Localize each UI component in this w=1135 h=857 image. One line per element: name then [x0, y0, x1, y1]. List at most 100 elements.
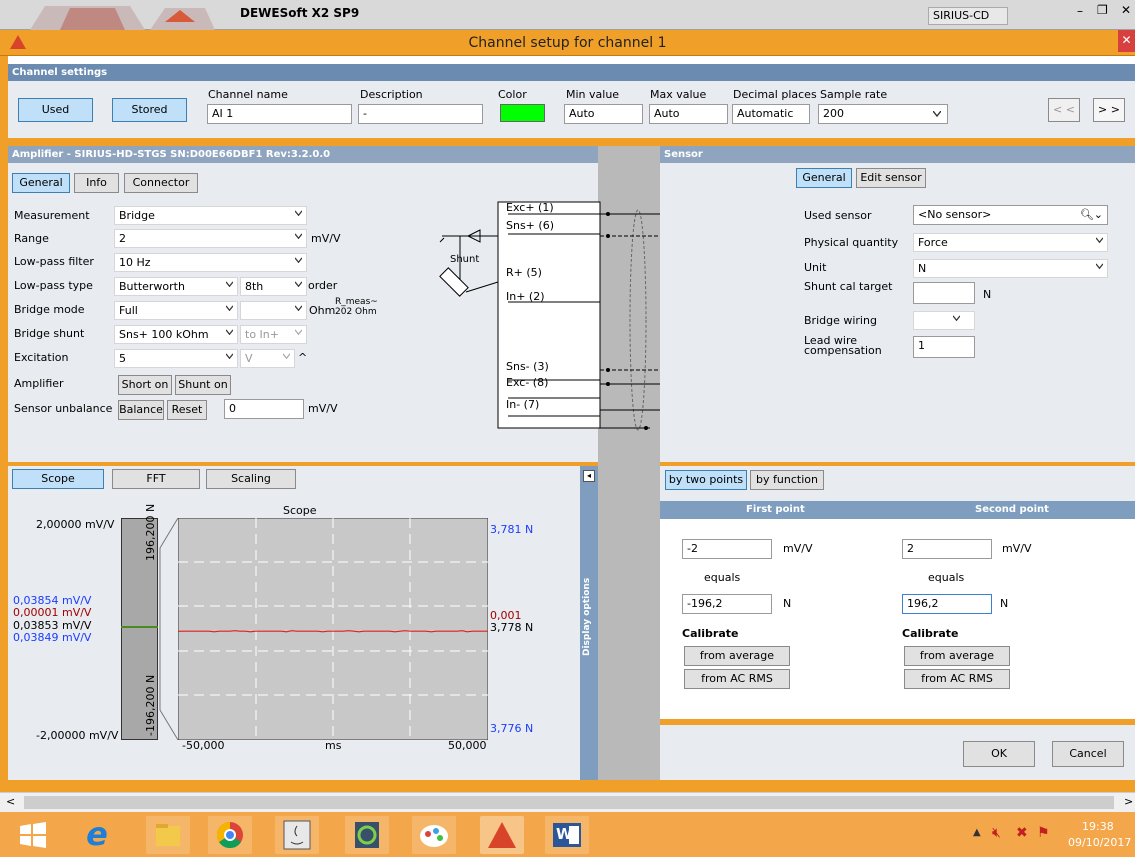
- scope-signal-line: [178, 630, 488, 633]
- reset-button[interactable]: Reset: [167, 400, 207, 420]
- first-point-output[interactable]: -196,2: [682, 594, 772, 614]
- sample-rate-value: 200: [823, 107, 844, 120]
- level-marker: [121, 626, 158, 628]
- right-axis-min: 3,776 N: [490, 722, 534, 735]
- next-channel-button[interactable]: > >: [1093, 98, 1125, 122]
- unit-select[interactable]: N: [913, 259, 1108, 278]
- lowpass-type-select[interactable]: Butterworth: [114, 277, 238, 296]
- sample-rate-select[interactable]: 200: [818, 104, 948, 124]
- tab-fft[interactable]: FFT: [112, 469, 200, 489]
- right-axis-mid-2: 3,778 N: [490, 621, 534, 634]
- previous-channel-button[interactable]: < <: [1048, 98, 1080, 122]
- tray-network-icon[interactable]: ✖: [1016, 825, 1028, 841]
- tab-general[interactable]: General: [12, 173, 70, 193]
- shunt-to-select[interactable]: to In+: [240, 325, 307, 344]
- chevron-down-icon: [226, 281, 233, 288]
- excitation-select[interactable]: 5: [114, 349, 238, 368]
- chevron-down-icon: [226, 305, 233, 312]
- scroll-thumb[interactable]: [24, 796, 1114, 809]
- device-name[interactable]: SIRIUS-CD: [928, 7, 1008, 25]
- stored-button[interactable]: Stored: [112, 98, 187, 122]
- max-value-input[interactable]: Auto: [649, 104, 728, 124]
- horizontal-scrollbar[interactable]: < >: [0, 792, 1135, 812]
- min-value-input[interactable]: Auto: [564, 104, 643, 124]
- short-on-button[interactable]: Short on: [118, 375, 172, 395]
- edit-sensor-button[interactable]: Edit sensor: [856, 168, 926, 188]
- channel-name-input[interactable]: AI 1: [207, 104, 352, 124]
- lowpass-type-value: Butterworth: [119, 280, 185, 293]
- lead-wire-input[interactable]: 1: [913, 336, 975, 358]
- internet-explorer-icon[interactable]: e: [75, 816, 119, 854]
- order-value: 8th: [245, 280, 264, 293]
- collapse-icon[interactable]: ◂: [583, 470, 595, 482]
- app-icon-rd[interactable]: [345, 816, 389, 854]
- cancel-button[interactable]: Cancel: [1052, 741, 1124, 767]
- scroll-left-icon[interactable]: <: [6, 795, 15, 808]
- balance-button[interactable]: Balance: [118, 400, 164, 420]
- bridge-shunt-select[interactable]: Sns+ 100 kOhm: [114, 325, 238, 344]
- bridge-wiring-select[interactable]: [913, 311, 975, 330]
- tray-chevron-icon[interactable]: ▲: [973, 827, 981, 838]
- second-from-ac-rms-button[interactable]: from AC RMS: [904, 669, 1010, 689]
- range-unit: mV/V: [311, 232, 341, 245]
- close-app-icon[interactable]: ✕: [1121, 3, 1131, 17]
- chrome-icon[interactable]: [208, 816, 252, 854]
- physical-quantity-value: Force: [918, 236, 948, 249]
- second-point-output[interactable]: 196,2: [902, 594, 992, 614]
- decimal-places-input[interactable]: Automatic: [732, 104, 810, 124]
- first-point-input[interactable]: -2: [682, 539, 772, 559]
- left-axis-max: 2,00000 mV/V: [36, 518, 115, 531]
- measurement-select[interactable]: Bridge: [114, 206, 307, 225]
- first-from-ac-rms-button[interactable]: from AC RMS: [684, 669, 790, 689]
- tab-connector[interactable]: Connector: [124, 173, 198, 193]
- tab-info[interactable]: Info: [74, 173, 119, 193]
- ok-button[interactable]: OK: [963, 741, 1035, 767]
- color-swatch[interactable]: [500, 104, 545, 122]
- paint-icon[interactable]: [412, 816, 456, 854]
- search-icon: 🔍︎⌄: [1079, 208, 1103, 221]
- minimize-icon[interactable]: –: [1077, 4, 1083, 18]
- second-from-average-button[interactable]: from average: [904, 646, 1010, 666]
- java-icon[interactable]: [275, 816, 319, 854]
- restore-icon[interactable]: ❐: [1097, 3, 1108, 17]
- clock-date[interactable]: 09/10/2017: [1068, 836, 1131, 849]
- bridge-mode-select[interactable]: Full: [114, 301, 238, 320]
- file-explorer-icon[interactable]: [146, 816, 190, 854]
- description-input[interactable]: -: [358, 104, 483, 124]
- lowpass-select[interactable]: 10 Hz: [114, 253, 307, 272]
- first-from-average-button[interactable]: from average: [684, 646, 790, 666]
- sensor-general-button[interactable]: General: [796, 168, 852, 188]
- range-select[interactable]: 2: [114, 229, 307, 248]
- tray-volume-icon[interactable]: 🔇︎: [992, 825, 1001, 841]
- scope-plot: [178, 518, 488, 740]
- lowpass-type-label: Low-pass type: [14, 279, 93, 292]
- ohm-select[interactable]: [240, 301, 307, 320]
- display-options-strip[interactable]: ◂ Display options: [580, 466, 598, 780]
- tab-by-two-points[interactable]: by two points: [665, 470, 747, 490]
- close-dialog-button[interactable]: ✕: [1118, 30, 1135, 52]
- shunt-on-button[interactable]: Shunt on: [175, 375, 231, 395]
- order-select[interactable]: 8th: [240, 277, 307, 296]
- shunt-cal-input[interactable]: [913, 282, 975, 304]
- dewesoft-taskbar-icon[interactable]: [480, 816, 524, 854]
- excitation-unit-select[interactable]: V: [240, 349, 295, 368]
- channel-settings-header: Channel settings: [8, 64, 1135, 81]
- word-icon[interactable]: W: [545, 816, 589, 854]
- physical-quantity-select[interactable]: Force: [913, 233, 1108, 252]
- used-button[interactable]: Used: [18, 98, 93, 122]
- channel-settings-section: Channel settings Used Stored Channel nam…: [8, 64, 1135, 138]
- clock-time[interactable]: 19:38: [1082, 820, 1114, 833]
- bridge-wiring-label: Bridge wiring: [804, 314, 877, 327]
- tab-scaling[interactable]: Scaling: [206, 469, 296, 489]
- second-point-input[interactable]: 2: [902, 539, 992, 559]
- tab-by-function[interactable]: by function: [750, 470, 824, 490]
- sensor-unbalance-input[interactable]: 0: [224, 399, 304, 419]
- tray-flag-icon[interactable]: ⚑: [1037, 825, 1050, 841]
- first-point-output-unit: N: [783, 597, 792, 610]
- windows-start-icon[interactable]: [20, 822, 46, 848]
- second-point-header: Second point: [975, 504, 1049, 515]
- used-sensor-select[interactable]: <No sensor> 🔍︎⌄: [913, 205, 1108, 225]
- used-sensor-value: <No sensor>: [918, 208, 992, 221]
- tab-scope[interactable]: Scope: [12, 469, 104, 489]
- scroll-right-icon[interactable]: >: [1124, 795, 1133, 808]
